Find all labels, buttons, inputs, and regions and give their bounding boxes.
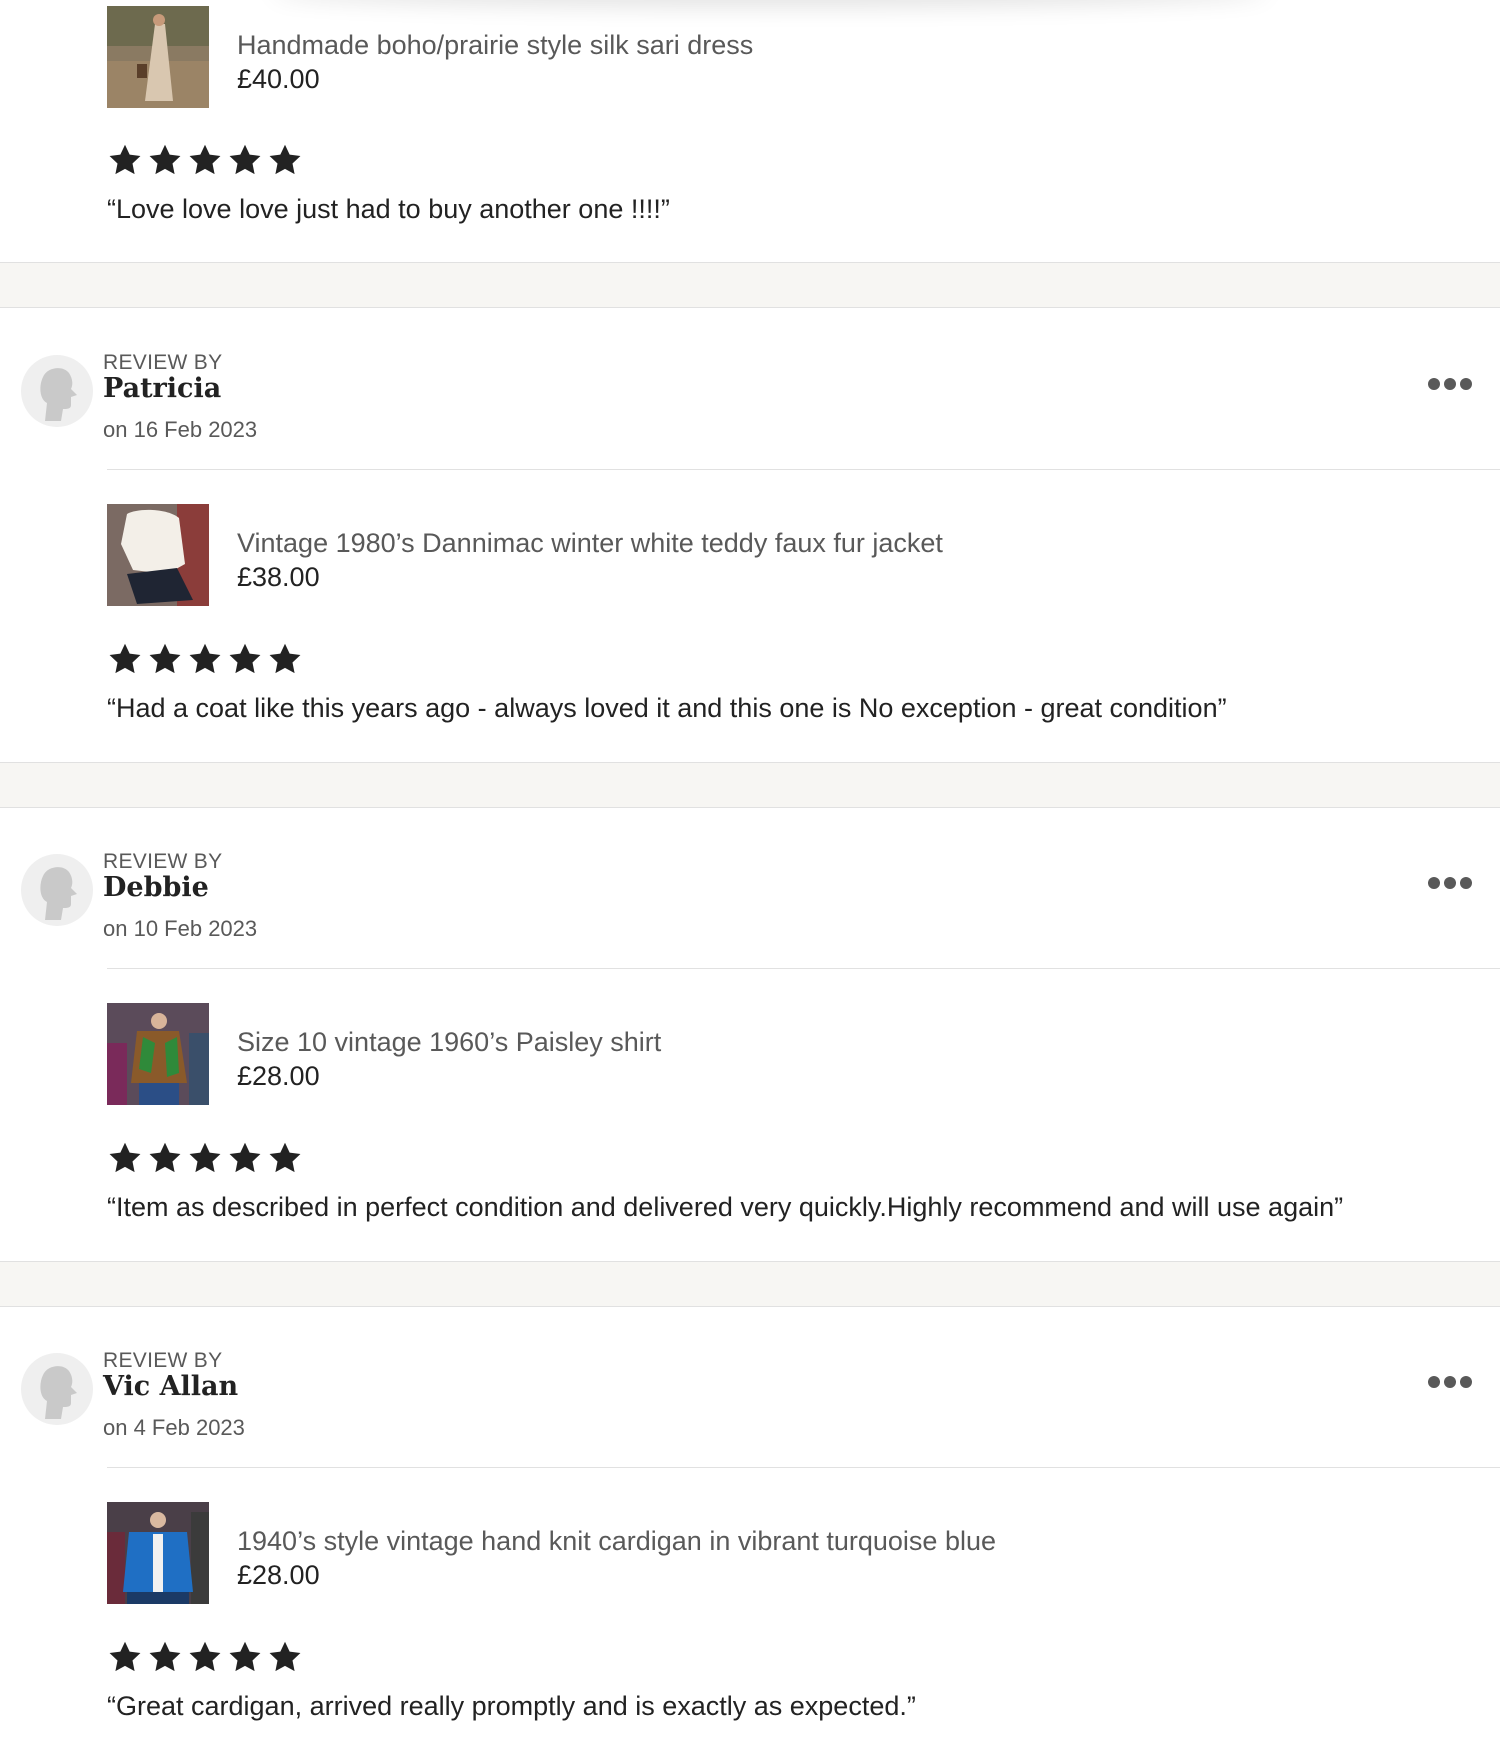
default-avatar-icon (40, 1366, 77, 1419)
star-icon (189, 1142, 221, 1173)
review-by-label: REVIEW BY (103, 351, 223, 374)
star-icon (109, 1142, 141, 1173)
product-title[interactable]: 1940’s style vintage hand knit cardigan … (237, 1526, 996, 1557)
reviewer-avatar[interactable] (21, 854, 93, 926)
reviewed-product[interactable]: Handmade boho/prairie style silk sari dr… (107, 6, 1457, 110)
star-rating (107, 1140, 307, 1178)
star-icon (269, 643, 301, 674)
reviewed-product[interactable]: 1940’s style vintage hand knit cardigan … (107, 1502, 1457, 1606)
review-text: “Great cardigan, arrived really promptly… (107, 1691, 916, 1721)
review-date: on 16 Feb 2023 (103, 417, 258, 442)
product-title[interactable]: Vintage 1980’s Dannimac winter white ted… (237, 528, 943, 559)
star-icon (189, 1641, 221, 1672)
star-rating (107, 641, 307, 679)
product-thumbnail[interactable] (107, 504, 209, 606)
more-options-icon[interactable] (1420, 868, 1480, 898)
review-text: “Love love love just had to buy another … (107, 194, 670, 224)
reviewer-avatar[interactable] (21, 1353, 93, 1425)
review-separator (0, 762, 1500, 808)
divider (107, 1467, 1500, 1468)
reviewer-avatar[interactable] (21, 355, 93, 427)
reviewer-name[interactable]: Patricia (103, 373, 221, 404)
reviewed-product[interactable]: Size 10 vintage 1960’s Paisley shirt £28… (107, 1003, 1457, 1107)
star-icon (149, 1142, 181, 1173)
star-icon (229, 1641, 261, 1672)
review-separator (0, 262, 1500, 308)
divider (107, 968, 1500, 969)
divider (107, 469, 1500, 470)
star-icon (109, 643, 141, 674)
product-price: £38.00 (237, 562, 320, 592)
star-icon (189, 144, 221, 175)
more-options-icon[interactable] (1420, 369, 1480, 399)
reviewer-name[interactable]: Vic Allan (103, 1371, 238, 1402)
product-price: £28.00 (237, 1560, 320, 1590)
review-text: “Item as described in perfect condition … (107, 1192, 1344, 1222)
review-header: REVIEW BY Debbie on 10 Feb 2023 (0, 808, 1500, 969)
star-rating (107, 1639, 307, 1677)
star-icon (269, 144, 301, 175)
review-date: on 10 Feb 2023 (103, 916, 258, 941)
star-icon (269, 1641, 301, 1672)
review-text: “Had a coat like this years ago - always… (107, 693, 1227, 723)
review-by-label: REVIEW BY (103, 1349, 223, 1372)
star-icon (229, 643, 261, 674)
star-icon (109, 1641, 141, 1672)
reviewer-name[interactable]: Debbie (103, 872, 209, 903)
review-header: REVIEW BY Vic Allan on 4 Feb 2023 (0, 1307, 1500, 1468)
default-avatar-icon (40, 867, 77, 920)
review-separator (0, 1261, 1500, 1307)
review-by-label: REVIEW BY (103, 850, 223, 873)
product-title[interactable]: Handmade boho/prairie style silk sari dr… (237, 30, 753, 61)
product-thumbnail[interactable] (107, 1003, 209, 1105)
product-title[interactable]: Size 10 vintage 1960’s Paisley shirt (237, 1027, 661, 1058)
default-avatar-icon (40, 368, 77, 421)
star-icon (269, 1142, 301, 1173)
star-icon (109, 144, 141, 175)
star-icon (189, 643, 221, 674)
product-thumbnail[interactable] (107, 1502, 209, 1604)
star-icon (149, 144, 181, 175)
review-header: REVIEW BY Patricia on 16 Feb 2023 (0, 309, 1500, 470)
star-icon (229, 1142, 261, 1173)
product-price: £40.00 (237, 64, 320, 94)
more-options-icon[interactable] (1420, 1367, 1480, 1397)
product-thumbnail[interactable] (107, 6, 209, 108)
star-icon (229, 144, 261, 175)
review-date: on 4 Feb 2023 (103, 1415, 245, 1440)
star-icon (149, 643, 181, 674)
reviewed-product[interactable]: Vintage 1980’s Dannimac winter white ted… (107, 504, 1457, 608)
product-price: £28.00 (237, 1061, 320, 1091)
star-rating (107, 142, 307, 180)
star-icon (149, 1641, 181, 1672)
